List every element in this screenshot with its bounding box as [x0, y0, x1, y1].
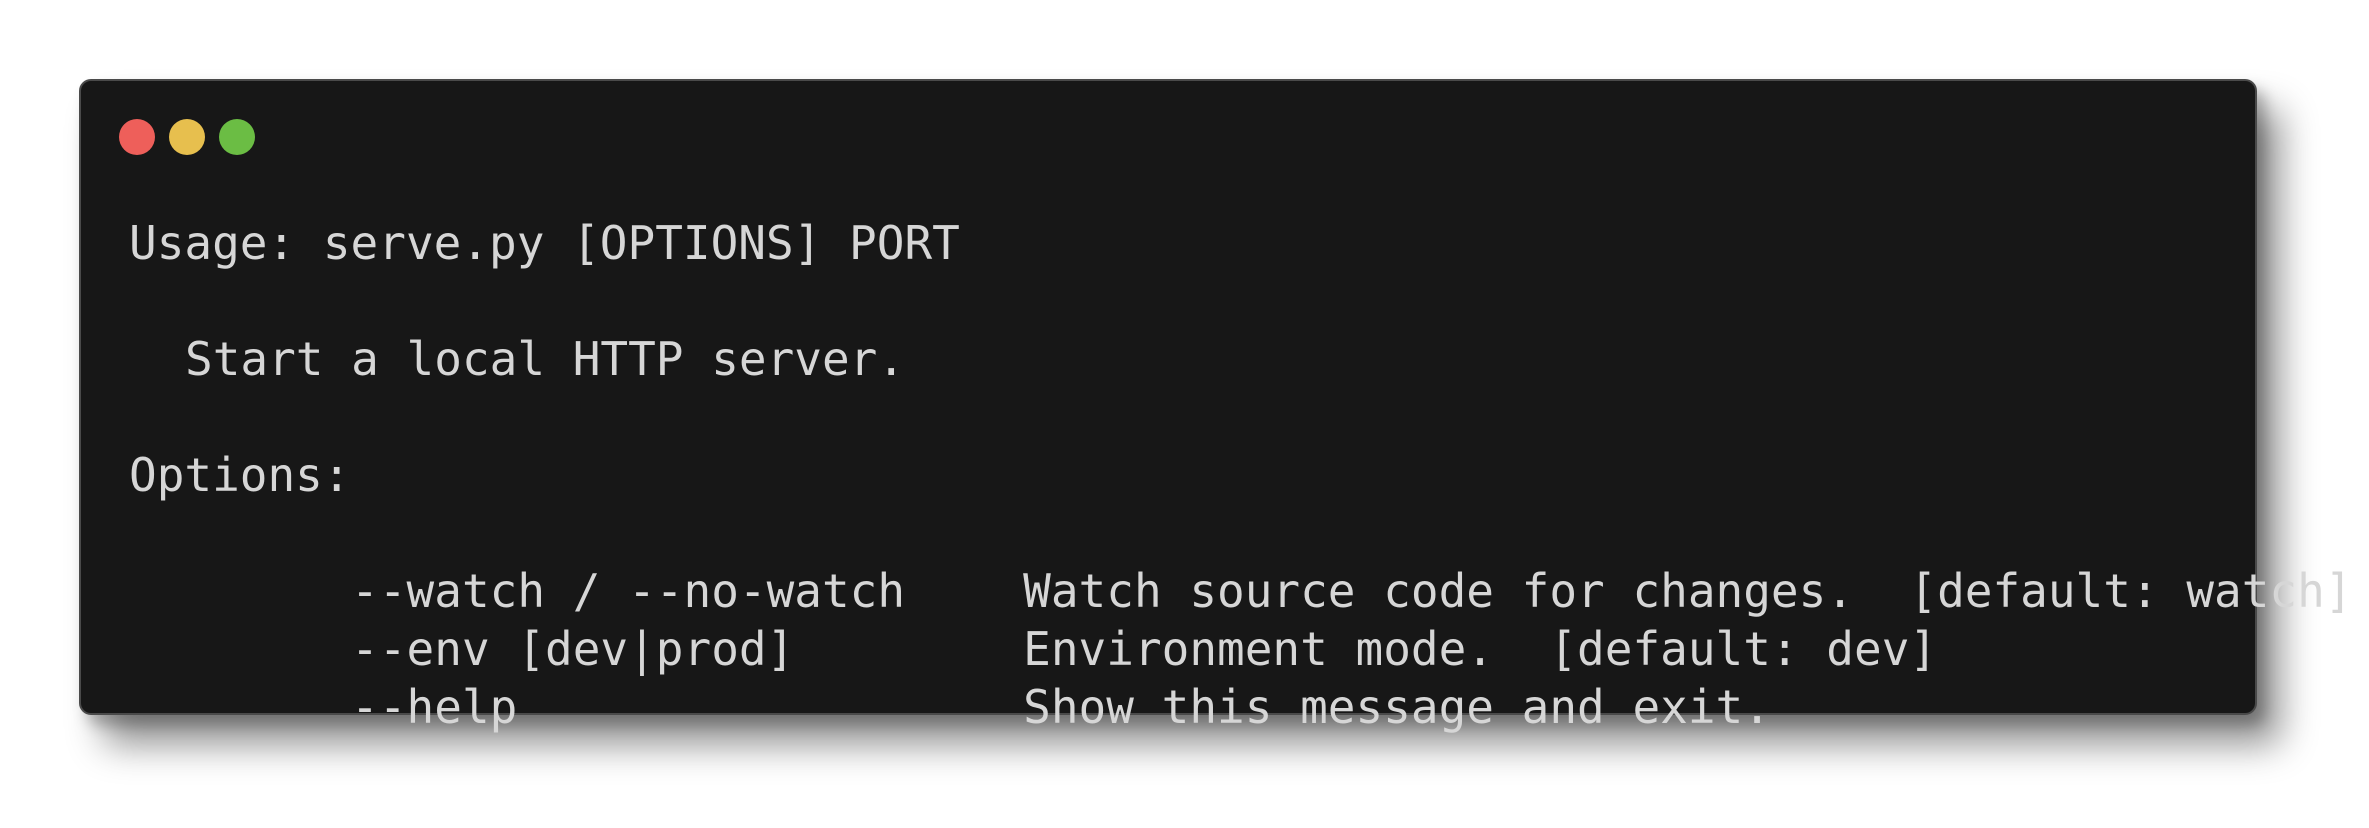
option-description: Watch source code for changes. [default:… [1023, 564, 2353, 618]
maximize-window-button[interactable] [219, 119, 255, 155]
option-description: Environment mode. [default: dev] [1023, 622, 1938, 676]
window-controls [119, 119, 255, 155]
minimize-window-button[interactable] [169, 119, 205, 155]
option-row: --watch / --no-watch Watch source code fo… [129, 504, 2352, 618]
options-header: Options: [129, 448, 351, 502]
terminal-window: Usage: serve.py [OPTIONS] PORT Start a l… [79, 79, 2353, 734]
command-description: Start a local HTTP server. [185, 332, 906, 386]
option-flag: --watch / --no-watch [351, 564, 906, 618]
close-window-button[interactable] [119, 119, 155, 155]
option-description: Show this message and exit. [1023, 680, 1771, 734]
terminal-output: Usage: serve.py [OPTIONS] PORT Start a l… [129, 214, 2353, 734]
option-flag: --env [dev|prod] [351, 622, 795, 676]
option-flag: --help [351, 680, 518, 734]
usage-line: Usage: serve.py [OPTIONS] PORT [129, 216, 960, 270]
